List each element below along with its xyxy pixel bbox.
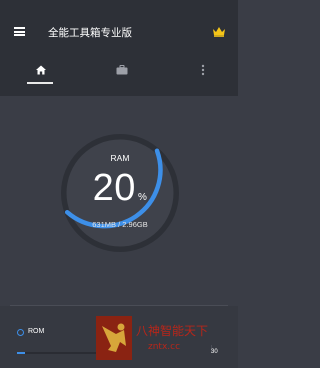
ram-gauge[interactable]: RAM 20% 631MB / 2.96GB <box>58 131 182 255</box>
tab-home[interactable] <box>11 60 71 80</box>
briefcase-icon <box>116 65 128 75</box>
rom-bar-fill <box>17 352 25 354</box>
ram-percent: 20% <box>58 167 182 210</box>
watermark-text-en: zntx.cc <box>148 342 181 352</box>
app-title: 全能工具箱专业版 <box>48 27 132 39</box>
watermark: 八神智能天下 zntx.cc <box>96 316 228 362</box>
tab-more[interactable] <box>173 60 233 80</box>
crown-icon[interactable] <box>212 26 226 37</box>
ram-label: RAM <box>110 153 130 163</box>
more-vertical-icon <box>201 64 205 76</box>
menu-icon[interactable] <box>14 27 25 36</box>
ram-percent-number: 20 <box>92 167 136 209</box>
ram-percent-unit: % <box>137 192 148 203</box>
rom-label: ROM <box>28 328 45 335</box>
rom-dot-icon <box>17 329 24 336</box>
home-icon <box>36 65 46 75</box>
selected-tab-indicator <box>27 82 53 84</box>
ram-detail: 631MB / 2.96GB <box>92 220 148 229</box>
watermark-logo-icon <box>96 316 132 360</box>
app-bar: 全能工具箱专业版 <box>0 0 238 96</box>
tab-tools[interactable] <box>92 60 152 80</box>
watermark-text-cn: 八神智能天下 <box>136 324 209 338</box>
